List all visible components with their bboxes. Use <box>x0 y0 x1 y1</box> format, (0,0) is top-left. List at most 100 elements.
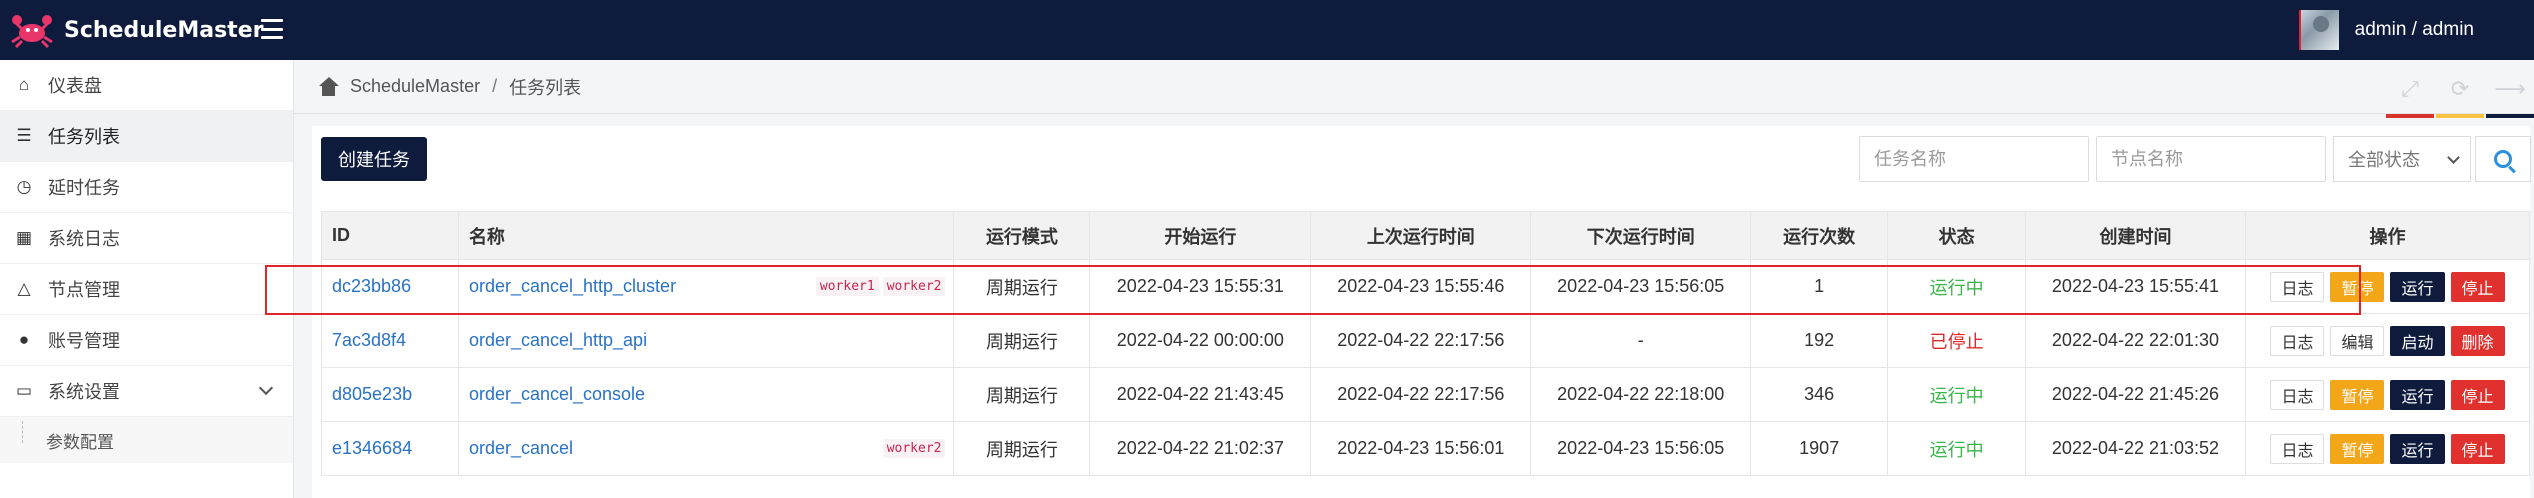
sidebar-item-system-log[interactable]: ▦ 系统日志 <box>0 213 293 264</box>
task-id-link[interactable]: 7ac3d8f4 <box>332 330 406 350</box>
status-badge: 运行中 <box>1887 259 2027 314</box>
run-button[interactable]: 运行 <box>2390 271 2445 302</box>
worker-tag: worker1 <box>815 277 879 296</box>
breadcrumb: ScheduleMaster / 任务列表 <box>294 60 2534 114</box>
run-button[interactable]: 运行 <box>2390 379 2445 410</box>
last-run-cell: 2022-04-22 22:17:56 <box>1310 367 1532 422</box>
breadcrumb-current: 任务列表 <box>509 77 582 98</box>
sidebar-item-system-settings[interactable]: ▭ 系统设置 <box>0 366 293 417</box>
run-mode-cell: 周期运行 <box>953 421 1091 476</box>
task-id-cell: 7ac3d8f4 <box>321 313 459 368</box>
table-row: dc23bb86 order_cancel_http_cluster worke… <box>321 259 2531 314</box>
task-id-link[interactable]: dc23bb86 <box>332 276 411 296</box>
column-header[interactable]: 名称 <box>457 211 955 260</box>
sidebar-item-node-management[interactable]: △ 节点管理 <box>0 264 293 315</box>
task-name-input[interactable] <box>1874 148 2088 170</box>
sidebar-item-account-management[interactable]: ● 账号管理 <box>0 315 293 366</box>
edit-button[interactable]: 编辑 <box>2330 325 2385 356</box>
run-button[interactable]: 运行 <box>2390 433 2445 464</box>
status-filter-select[interactable]: 全部状态 <box>2333 136 2471 182</box>
status-badge: 运行中 <box>1887 367 2027 422</box>
sidebar-item-label: 任务列表 <box>48 127 120 147</box>
chevron-down-icon <box>258 380 274 396</box>
next-run-cell: 2022-04-23 15:56:05 <box>1530 421 1752 476</box>
chevron-down-icon <box>2447 151 2460 164</box>
log-button[interactable]: 日志 <box>2270 433 2325 464</box>
monitor-icon: ▭ <box>15 381 33 400</box>
breadcrumb-root[interactable]: ScheduleMaster <box>350 76 480 97</box>
delete-button[interactable]: 删除 <box>2450 325 2505 356</box>
sidebar-item-label: 系统日志 <box>48 229 120 249</box>
next-run-cell: - <box>1530 313 1752 368</box>
table-header-row: ID 名称 运行模式 开始运行 上次运行时间 下次运行时间 运行次数 状态 创建… <box>321 211 2531 260</box>
sidebar-item-dashboard[interactable]: ⌂ 仪表盘 <box>0 60 293 111</box>
task-name-link[interactable]: order_cancel_http_api <box>469 330 647 350</box>
home-icon: ⌂ <box>18 75 30 94</box>
task-name-link[interactable]: order_cancel <box>469 438 573 458</box>
task-name-cell: order_cancel_http_cluster worker1 worker2 <box>457 259 955 314</box>
page-tools: ⤢ ⟳ ⟶ <box>2384 60 2534 118</box>
status-badge: 已停止 <box>1887 313 2027 368</box>
actions-cell: 日志 暂停 运行 停止 <box>2244 367 2531 422</box>
task-name-search[interactable] <box>1859 136 2089 182</box>
stop-button[interactable]: 停止 <box>2450 271 2505 302</box>
column-header: 操作 <box>2244 211 2531 260</box>
user-menu[interactable]: admin / admin <box>2298 10 2474 50</box>
start-time-cell: 2022-04-22 21:43:45 <box>1089 367 1312 422</box>
run-mode-cell: 周期运行 <box>953 367 1091 422</box>
pause-button[interactable]: 暂停 <box>2330 271 2385 302</box>
sidebar-item-label: 仪表盘 <box>48 76 102 96</box>
column-header[interactable]: 创建时间 <box>2025 211 2246 260</box>
task-name-link[interactable]: order_cancel_http_cluster <box>469 276 676 296</box>
column-header[interactable]: ID <box>321 211 459 260</box>
column-header[interactable]: 状态 <box>1887 211 2027 260</box>
log-button[interactable]: 日志 <box>2270 271 2325 302</box>
created-time-cell: 2022-04-22 22:01:30 <box>2025 313 2246 368</box>
run-count-cell: 192 <box>1750 313 1889 368</box>
app-logo[interactable]: ScheduleMaster <box>8 12 263 48</box>
grid-icon: ▦ <box>15 228 33 247</box>
task-id-link[interactable]: d805e23b <box>332 384 412 404</box>
run-count-cell: 1907 <box>1750 421 1889 476</box>
fullscreen-icon[interactable]: ⤢ <box>2386 76 2434 118</box>
sidebar-item-label: 延时任务 <box>48 178 120 198</box>
next-run-cell: 2022-04-23 15:56:05 <box>1530 259 1752 314</box>
stop-button[interactable]: 停止 <box>2450 433 2505 464</box>
sitemap-icon: △ <box>17 279 31 298</box>
pause-button[interactable]: 暂停 <box>2330 379 2385 410</box>
task-id-cell: dc23bb86 <box>321 259 459 314</box>
column-header[interactable]: 下次运行时间 <box>1530 211 1752 260</box>
column-header[interactable]: 开始运行 <box>1089 211 1312 260</box>
task-id-link[interactable]: e1346684 <box>332 438 412 458</box>
pause-button[interactable]: 暂停 <box>2330 433 2385 464</box>
breadcrumb-separator: / <box>492 76 498 96</box>
node-name-search[interactable] <box>2096 136 2326 182</box>
run-mode-cell: 周期运行 <box>953 313 1091 368</box>
actions-cell: 日志 编辑 启动 删除 <box>2244 313 2531 368</box>
actions-cell: 日志 暂停 运行 停止 <box>2244 259 2531 314</box>
sidebar: ⌂ 仪表盘 ☰ 任务列表 ◷ 延时任务 ▦ 系统日志 △ 节点管理 ● 账号管理… <box>0 60 294 498</box>
collapse-icon[interactable]: ⟶ <box>2486 76 2534 118</box>
create-task-button[interactable]: 创建任务 <box>321 137 427 181</box>
refresh-icon[interactable]: ⟳ <box>2436 76 2484 118</box>
stop-button[interactable]: 停止 <box>2450 379 2505 410</box>
search-button[interactable] <box>2475 136 2531 182</box>
sidebar-subitem-label: 参数配置 <box>46 432 114 452</box>
task-name-link[interactable]: order_cancel_console <box>469 384 645 404</box>
task-id-cell: d805e23b <box>321 367 459 422</box>
log-button[interactable]: 日志 <box>2270 379 2325 410</box>
sidebar-subitem-parameter-config[interactable]: 参数配置 <box>0 417 293 463</box>
start-button[interactable]: 启动 <box>2390 325 2445 356</box>
column-header[interactable]: 运行模式 <box>953 211 1091 260</box>
clock-icon: ◷ <box>16 177 32 196</box>
column-header[interactable]: 上次运行时间 <box>1310 211 1532 260</box>
sidebar-item-task-list[interactable]: ☰ 任务列表 <box>0 111 293 162</box>
column-header[interactable]: 运行次数 <box>1750 211 1889 260</box>
node-name-input[interactable] <box>2111 148 2325 170</box>
sidebar-item-delayed-tasks[interactable]: ◷ 延时任务 <box>0 162 293 213</box>
sidebar-item-label: 系统设置 <box>48 382 120 402</box>
created-time-cell: 2022-04-23 15:55:41 <box>2025 259 2246 314</box>
log-button[interactable]: 日志 <box>2270 325 2325 356</box>
menu-toggle-icon[interactable] <box>258 16 286 42</box>
task-table: ID 名称 运行模式 开始运行 上次运行时间 下次运行时间 运行次数 状态 创建… <box>321 211 2531 476</box>
